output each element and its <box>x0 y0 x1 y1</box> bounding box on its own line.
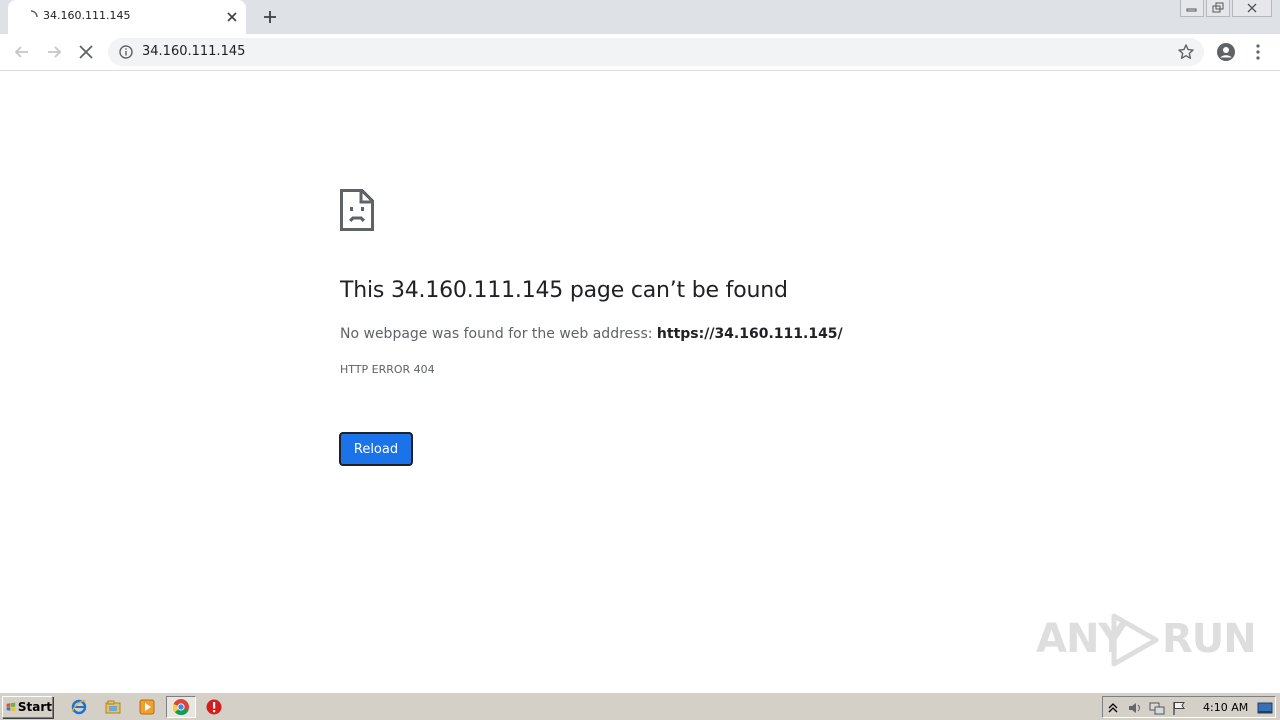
page-content: This 34.160.111.145 page can’t be found … <box>0 72 1280 692</box>
reload-button[interactable]: Reload <box>339 432 413 466</box>
tab-close-icon[interactable] <box>224 9 240 25</box>
address-bar[interactable]: 34.160.111.145 <box>108 38 1204 66</box>
chrome-icon <box>173 699 189 716</box>
windows-flag-icon <box>6 702 16 712</box>
address-url[interactable]: 34.160.111.145 <box>142 44 245 59</box>
close-window-icon <box>1247 3 1257 13</box>
start-button[interactable]: Start <box>2 696 53 718</box>
security-alert-icon[interactable] <box>205 698 223 716</box>
anyrun-watermark: ANY RUN <box>1036 608 1257 672</box>
action-center-flag-icon[interactable] <box>1171 700 1187 716</box>
loading-favicon-icon <box>30 10 38 18</box>
volume-icon[interactable] <box>1127 700 1143 716</box>
bookmark-star-icon[interactable] <box>1176 42 1196 62</box>
restore-icon <box>1212 2 1224 13</box>
close-window-button[interactable] <box>1232 0 1272 17</box>
error-title: This 34.160.111.145 page can’t be found <box>340 278 788 303</box>
internet-explorer-icon[interactable] <box>70 698 88 716</box>
start-label: Start <box>17 700 52 714</box>
minimize-button[interactable] <box>1180 0 1204 17</box>
windows-taskbar: Start 4:10 AM <box>0 692 1280 720</box>
window-controls <box>1178 0 1272 18</box>
error-description-text: No webpage was found for the web address… <box>340 326 657 342</box>
error-code: HTTP ERROR 404 <box>340 363 435 376</box>
error-url: https://34.160.111.145/ <box>656 326 843 342</box>
taskbar-clock[interactable]: 4:10 AM <box>1203 701 1248 714</box>
play-logo-icon <box>1111 613 1159 667</box>
new-tab-icon[interactable] <box>260 7 280 27</box>
chrome-taskbar-button[interactable] <box>166 696 196 718</box>
sad-page-icon <box>340 189 374 231</box>
system-tray: 4:10 AM <box>1102 696 1276 718</box>
network-icon[interactable] <box>1149 700 1165 716</box>
browser-tab[interactable]: 34.160.111.145 <box>8 0 246 34</box>
restore-button[interactable] <box>1206 0 1230 17</box>
watermark-text-right: RUN <box>1162 616 1257 662</box>
site-info-icon[interactable] <box>118 44 134 60</box>
menu-kebab-icon[interactable] <box>1248 42 1268 62</box>
tab-title: 34.160.111.145 <box>43 9 131 22</box>
back-arrow-icon[interactable] <box>12 42 32 62</box>
stop-loading-icon[interactable] <box>76 42 96 62</box>
error-description: No webpage was found for the web address… <box>340 326 843 342</box>
show-desktop-icon[interactable] <box>1257 700 1273 716</box>
media-player-icon[interactable] <box>138 698 156 716</box>
show-hidden-icons-icon[interactable] <box>1105 700 1121 716</box>
forward-arrow-icon[interactable] <box>44 42 64 62</box>
browser-toolbar: 34.160.111.145 <box>0 34 1280 71</box>
profile-avatar-icon[interactable] <box>1216 42 1236 62</box>
tab-strip: 34.160.111.145 <box>0 0 1280 34</box>
minimize-icon <box>1186 8 1197 12</box>
file-explorer-icon[interactable] <box>104 698 122 716</box>
